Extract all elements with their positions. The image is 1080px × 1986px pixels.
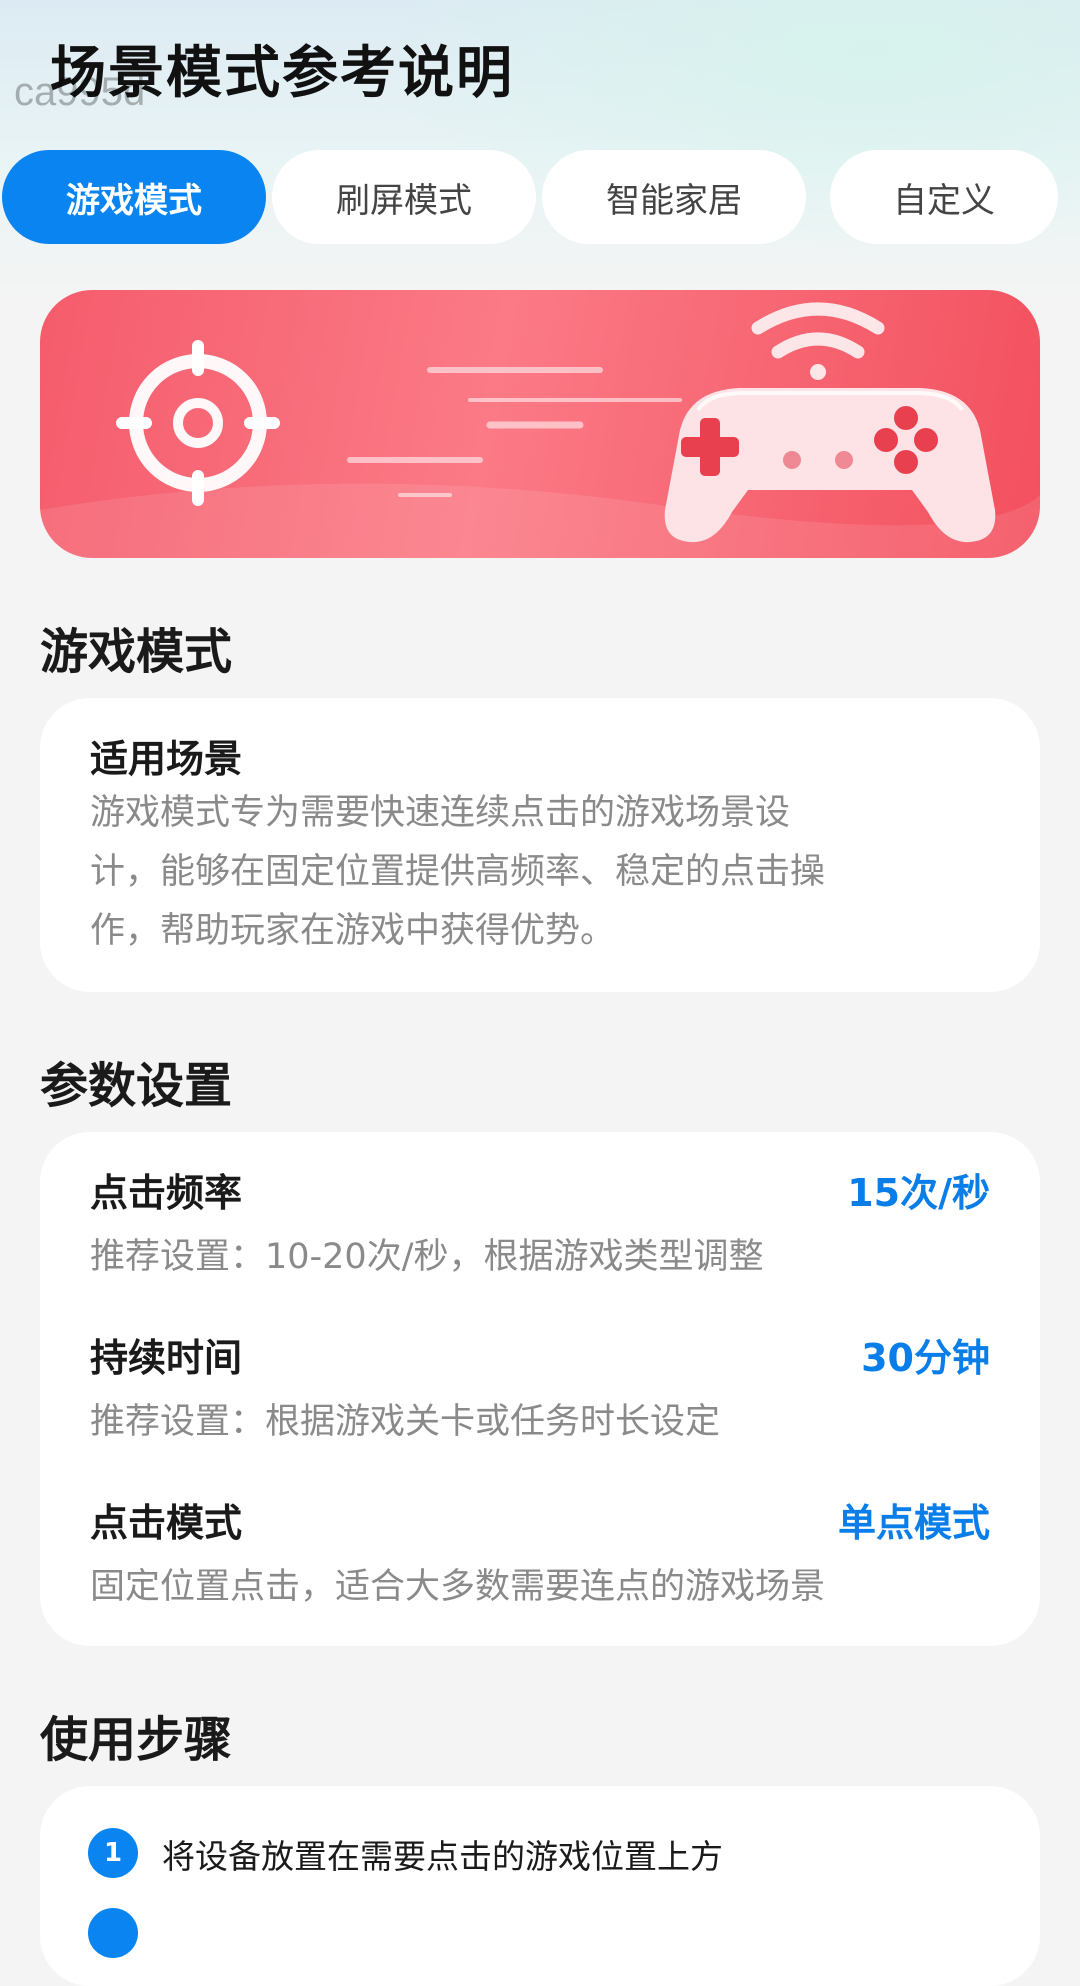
scenario-line: 作，帮助玩家在游戏中获得优势。 — [90, 911, 616, 951]
mode-title: 游戏模式 — [40, 624, 233, 680]
tab-game-mode[interactable]: 游戏模式 — [2, 150, 266, 244]
scenario-line: 游戏模式专为需要快速连续点击的游戏场景设 — [90, 793, 791, 833]
tab-custom[interactable]: 自定义 — [830, 150, 1058, 244]
param-duration-desc: 推荐设置：根据游戏关卡或任务时长设定 — [90, 1402, 721, 1442]
scenario-line: 计，能够在固定位置提供高频率、稳定的点击操 — [90, 852, 826, 892]
param-frequency-label: 点击频率 — [90, 1171, 243, 1215]
tab-smart-home[interactable]: 智能家居 — [542, 150, 806, 244]
scenario-description: 游戏模式专为需要快速连续点击的游戏场景设 计，能够在固定位置提供高频率、稳定的点… — [90, 784, 990, 961]
param-frequency-desc: 推荐设置：10-20次/秒，根据游戏类型调整 — [90, 1237, 764, 1277]
tab-refresh-mode[interactable]: 刷屏模式 — [272, 150, 536, 244]
param-duration-value[interactable]: 30分钟 — [861, 1327, 990, 1382]
param-click-mode-value[interactable]: 单点模式 — [838, 1492, 990, 1547]
steps-card: 1 将设备放置在需要点击的游戏位置上方 — [40, 1786, 1040, 1986]
scenario-title: 适用场景 — [90, 737, 243, 781]
speed-lines — [347, 367, 682, 497]
scene-tab-bar: 游戏模式 刷屏模式 智能家居 自定义 — [0, 150, 1080, 244]
gamepad-icon — [664, 388, 996, 543]
step-number-badge-next — [88, 1908, 138, 1958]
watermark: ca995d — [14, 70, 146, 114]
params-card: 点击频率 15次/秒 推荐设置：10-20次/秒，根据游戏类型调整 持续时间 3… — [40, 1132, 1040, 1646]
crosshair-icon — [116, 340, 280, 506]
step-number-badge: 1 — [88, 1828, 138, 1878]
params-section-title: 参数设置 — [40, 1058, 233, 1114]
param-duration-label: 持续时间 — [90, 1336, 243, 1380]
scenario-card: 适用场景 游戏模式专为需要快速连续点击的游戏场景设 计，能够在固定位置提供高频率… — [40, 698, 1040, 992]
wifi-icon — [751, 302, 885, 380]
param-click-mode-desc: 固定位置点击，适合大多数需要连点的游戏场景 — [90, 1567, 826, 1607]
step-text: 将设备放置在需要点击的游戏位置上方 — [162, 1837, 723, 1876]
game-mode-banner — [40, 290, 1040, 558]
steps-section-title: 使用步骤 — [40, 1712, 233, 1768]
param-frequency-value[interactable]: 15次/秒 — [847, 1162, 990, 1217]
param-click-mode-label: 点击模式 — [90, 1501, 243, 1545]
